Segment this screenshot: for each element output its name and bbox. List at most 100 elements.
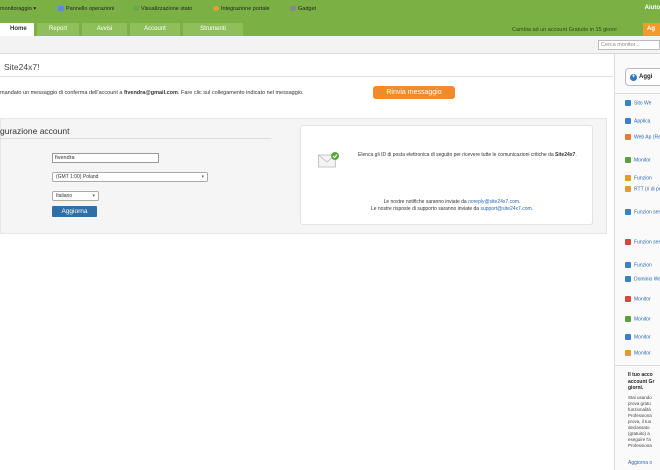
monitor-type-icon: [625, 209, 631, 215]
language-value: Italiano: [56, 193, 73, 199]
notice-email: fivendra@gmail.com: [123, 90, 178, 96]
sidebar-monitor-item[interactable]: Funzion: [625, 262, 660, 268]
sidebar-monitor-item[interactable]: Funzion servizio: [625, 239, 660, 245]
sidebar-divider: [614, 93, 660, 94]
notification-sender: Le nostre notifiche saranno inviate da n…: [312, 199, 592, 206]
main-tabs: Home Report Avvisi Account Strumenti: [0, 23, 246, 36]
sidebar-monitor-item[interactable]: Web Ap (Real B: [625, 134, 660, 140]
envelope-check-icon: [318, 152, 339, 168]
add-monitor-label: Aggi: [639, 74, 653, 80]
sidebar-monitor-item[interactable]: Applica: [625, 118, 660, 124]
sidebar-monitor-item[interactable]: RTT (ri di posta: [625, 186, 660, 192]
monitor-type-label: Monitor: [634, 296, 651, 303]
notice-suffix: . Fare clic sul collegamento indicato ne…: [177, 90, 304, 96]
support-prefix: Le nostre risposte di supporto saranno i…: [370, 206, 481, 212]
help-link[interactable]: Aiuto: [645, 5, 660, 11]
sidebar-monitor-item[interactable]: Monitor: [625, 316, 660, 322]
notice-prefix: mandato un messaggio di conferma dell'ac…: [0, 90, 124, 96]
promo-text: Stai usando prova gratu funzionalità Pro…: [628, 395, 652, 448]
support-sender: Le nostre risposte di supporto saranno i…: [312, 206, 592, 213]
sidebar-monitor-item[interactable]: Monitor: [625, 334, 660, 340]
promo-title: Il tuo acco account Gr giorni.: [628, 372, 655, 391]
monitor-type-icon: [625, 100, 631, 106]
sidebar-monitor-item[interactable]: Monitor: [625, 296, 660, 302]
update-button[interactable]: Aggiorna: [52, 206, 97, 217]
monitor-type-icon: [625, 175, 631, 181]
monitor-type-icon: [625, 262, 631, 268]
monitor-type-icon: [625, 296, 631, 302]
notification-end: .: [519, 199, 521, 205]
monitor-type-icon: [625, 276, 631, 282]
config-divider: [0, 138, 271, 139]
info-brand: Site24x7: [555, 152, 576, 158]
upgrade-button[interactable]: Ag: [643, 23, 660, 36]
status-view-link[interactable]: Visualizzazione stato: [133, 6, 192, 12]
monitor-type-label: Funzion servizio: [634, 239, 660, 246]
support-end: .: [531, 206, 534, 212]
language-select[interactable]: Italiano ▾: [52, 191, 99, 201]
timezone-value: (GMT 1:00) Poland: [56, 174, 99, 180]
panel-icon: [58, 6, 64, 12]
notification-prefix: Le nostre notifiche saranno inviate da: [383, 199, 469, 205]
sidebar-monitor-item[interactable]: Dominio Web: [625, 276, 660, 282]
tab-report[interactable]: Report: [37, 23, 79, 36]
resend-message-button[interactable]: Rinvia messaggio: [373, 86, 455, 99]
status-view-label: Visualizzazione stato: [141, 6, 193, 12]
operations-panel-label: Pannello operazioni: [66, 6, 115, 12]
upgrade-link[interactable]: Aggiorna o: [628, 460, 652, 466]
tab-home[interactable]: Home: [0, 23, 34, 36]
monitor-type-icon: [625, 157, 631, 163]
operations-panel-link[interactable]: Pannello operazioni: [58, 6, 114, 12]
info-text: Elenca gli ID di posta elettronica di se…: [358, 152, 578, 159]
monitor-type-label: Monitor: [634, 334, 651, 341]
monitoring-label: monitoraggio ▾: [0, 6, 37, 12]
noreply-email-link[interactable]: noreply@site24x7.com: [468, 199, 519, 205]
tab-tools[interactable]: Strumenti: [183, 23, 243, 36]
monitor-type-icon: [625, 350, 631, 356]
sidebar-monitor-item[interactable]: Monitor: [625, 350, 660, 356]
monitor-type-label: Monitor: [634, 350, 651, 357]
monitor-type-icon: [625, 239, 631, 245]
name-field[interactable]: fivendra: [52, 153, 159, 163]
config-title: gurazione account: [0, 126, 70, 136]
monitor-type-icon: [625, 118, 631, 124]
monitor-type-label: Funzion servizio: [634, 209, 660, 216]
monitoring-dropdown[interactable]: monitoraggio ▾: [0, 6, 36, 12]
monitor-type-label: Sito We: [634, 100, 652, 107]
monitor-type-label: Funzion: [634, 175, 652, 182]
sidebar-separator: [614, 365, 660, 366]
chevron-down-icon: ▾: [201, 174, 204, 180]
toolbar: [0, 36, 660, 54]
tab-alerts[interactable]: Avvisi: [82, 23, 127, 36]
plus-icon: +: [630, 74, 637, 81]
add-monitor-button[interactable]: + Aggi: [625, 68, 660, 86]
search-input[interactable]: Cerca monitor...: [598, 40, 660, 50]
support-email-link[interactable]: support@site24x7.com: [480, 206, 531, 212]
gadget-link[interactable]: Gadget: [290, 6, 316, 12]
confirmation-notice: mandato un messaggio di conferma dell'ac…: [0, 90, 304, 96]
sidebar-monitor-item[interactable]: Funzion servizio: [625, 209, 660, 215]
timezone-select[interactable]: (GMT 1:00) Poland ▾: [52, 172, 208, 182]
monitor-type-label: Dominio Web: [634, 276, 660, 283]
monitor-type-label: Funzion: [634, 262, 652, 269]
tab-account[interactable]: Account: [130, 23, 180, 36]
page-title: Site24x7!: [4, 62, 40, 72]
gadget-icon: [290, 6, 296, 12]
sidebar-monitor-item[interactable]: Monitor: [625, 157, 660, 163]
status-icon: [133, 6, 139, 12]
sidebar-monitor-item[interactable]: Sito We: [625, 100, 660, 106]
gadget-label: Gadget: [298, 6, 317, 12]
monitor-type-label: Monitor: [634, 316, 651, 323]
monitor-type-label: Web Ap (Real B: [634, 134, 660, 141]
portal-integration-label: Integrazione portale: [221, 6, 270, 12]
sidebar-monitor-item[interactable]: Funzion: [625, 175, 660, 181]
monitor-type-label: RTT (ri di posta: [634, 186, 660, 193]
info-prefix: Elenca gli ID di posta elettronica di se…: [358, 152, 556, 158]
trial-notice: Cambia ad un account Gratuito in 15 gior…: [512, 27, 617, 33]
monitor-type-label: Monitor: [634, 157, 651, 164]
portal-icon: [213, 6, 219, 12]
info-sender-text: Le nostre notifiche saranno inviate da n…: [312, 199, 592, 213]
portal-integration-link[interactable]: Integrazione portale: [213, 6, 270, 12]
monitor-type-label: Applica: [634, 118, 651, 125]
monitor-type-icon: [625, 316, 631, 322]
